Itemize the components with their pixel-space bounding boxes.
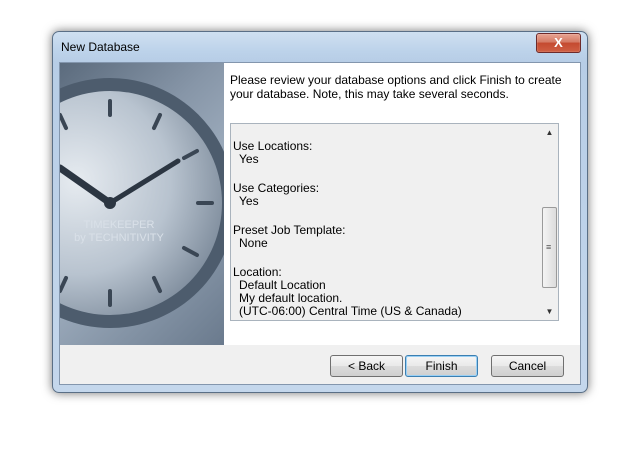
summary-label: Use Locations:	[233, 139, 313, 153]
summary-listbox[interactable]: Use Locations: Yes Use Categories: Yes P…	[230, 123, 559, 321]
summary-item-location: Location: Default Location My default lo…	[233, 266, 538, 318]
summary-value: Yes	[239, 152, 259, 166]
brand-name: TIMEKEEPER	[83, 219, 155, 231]
summary-item-use-locations: Use Locations: Yes	[233, 140, 538, 166]
dialog-client-area: TIMEKEEPER by TECHNITIVITY Please review…	[59, 62, 581, 385]
summary-list: Use Locations: Yes Use Categories: Yes P…	[233, 124, 538, 318]
cancel-button[interactable]: Cancel	[491, 355, 564, 377]
brand-text: TIMEKEEPER by TECHNITIVITY	[64, 219, 174, 245]
summary-item-preset-job-template: Preset Job Template: None	[233, 224, 538, 250]
summary-value: None	[239, 236, 268, 250]
summary-label: Use Categories:	[233, 181, 320, 195]
summary-value: Yes	[239, 194, 259, 208]
chevron-down-icon[interactable]: ▼	[541, 303, 558, 320]
scrollbar-thumb[interactable]: ≡	[542, 207, 557, 288]
wizard-content: TIMEKEEPER by TECHNITIVITY Please review…	[60, 63, 580, 345]
brand-company: by TECHNITIVITY	[74, 232, 164, 244]
clock-illustration	[60, 78, 224, 328]
finish-button[interactable]: Finish	[405, 355, 478, 377]
intro-text: Please review your database options and …	[230, 73, 562, 101]
title-bar[interactable]: New Database X	[53, 32, 587, 60]
chevron-up-icon[interactable]: ▲	[541, 124, 558, 141]
new-database-dialog: New Database X TIMEKEEPER by TECHNITIVIT…	[52, 31, 588, 393]
summary-label: Preset Job Template:	[233, 223, 346, 237]
summary-item-use-categories: Use Categories: Yes	[233, 182, 538, 208]
summary-value: (UTC-06:00) Central Time (US & Canada)	[239, 304, 462, 318]
clock-center	[104, 197, 116, 209]
timekeeper-clock-image: TIMEKEEPER by TECHNITIVITY	[60, 63, 224, 345]
close-icon: X	[554, 35, 563, 50]
back-button[interactable]: < Back	[330, 355, 403, 377]
vertical-scrollbar[interactable]: ▲ ≡ ▼	[541, 124, 558, 320]
grip-icon: ≡	[546, 242, 552, 252]
close-button[interactable]: X	[536, 33, 581, 53]
window-title: New Database	[61, 40, 140, 54]
